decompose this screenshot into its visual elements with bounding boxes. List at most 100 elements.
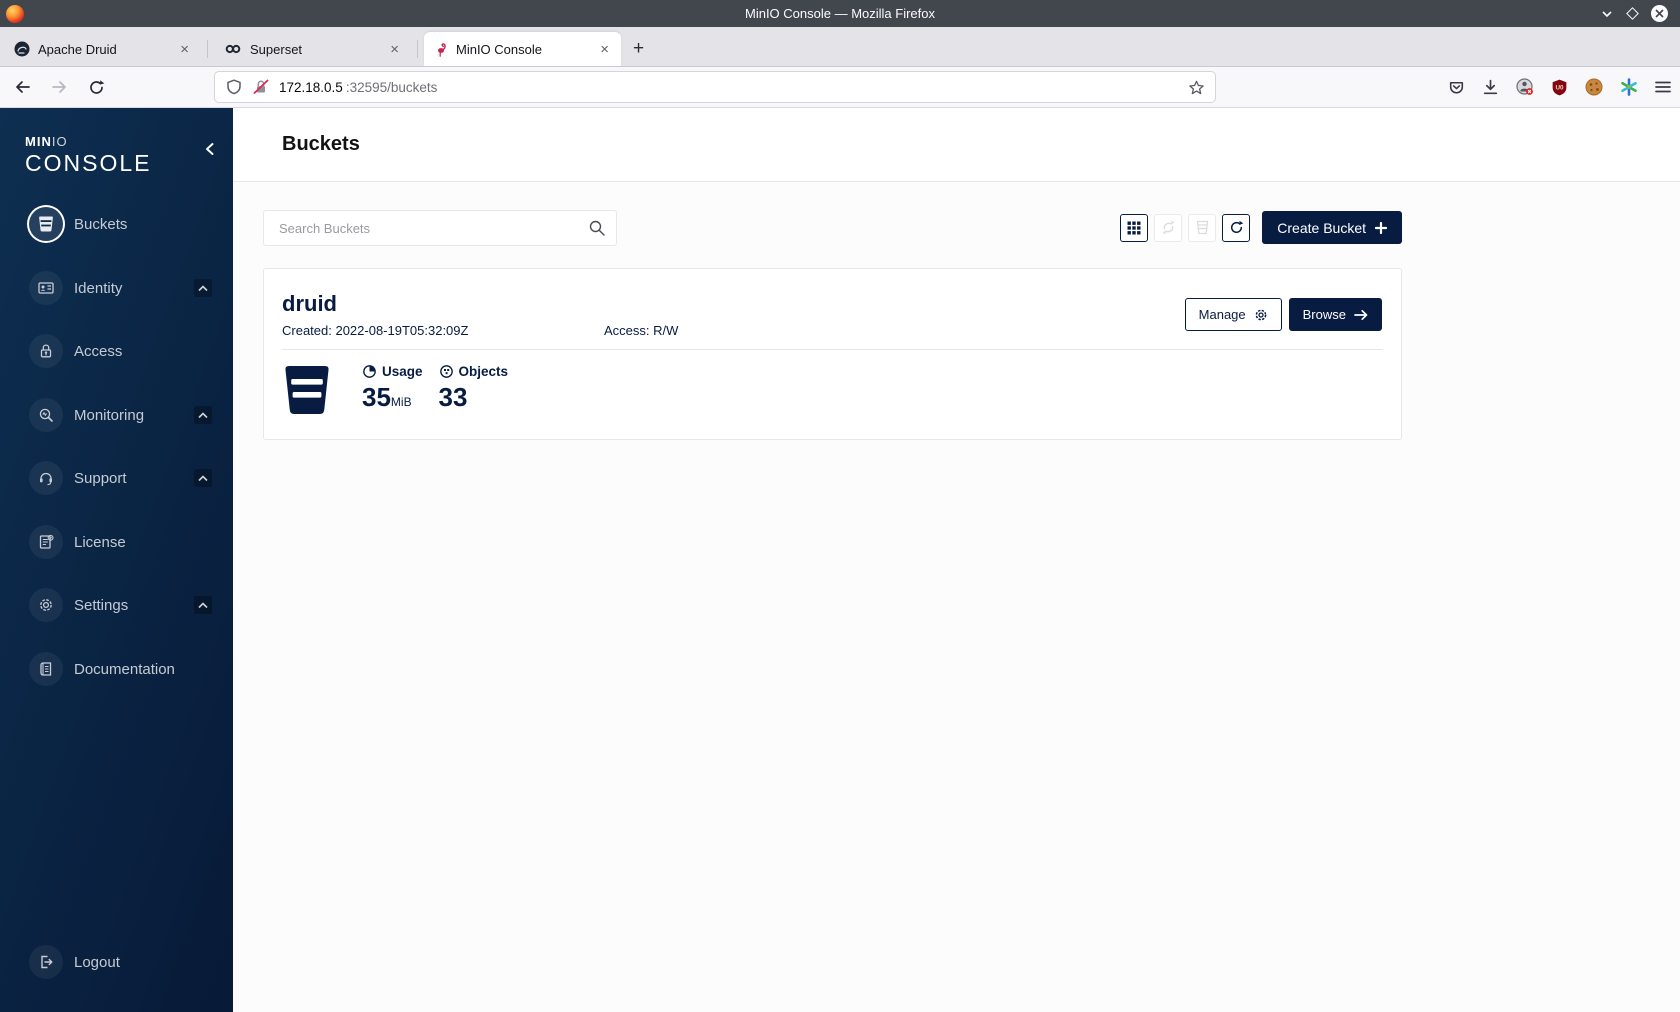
tracking-shield-icon[interactable]: [225, 78, 243, 96]
logo-io: IO: [51, 134, 68, 149]
support-icon: [29, 461, 63, 495]
menu-icon[interactable]: [1654, 79, 1672, 95]
sidebar-item-logout[interactable]: Logout: [0, 934, 233, 990]
refresh-icon: [1230, 220, 1244, 234]
tab-apache-druid[interactable]: Apache Druid ×: [4, 32, 201, 66]
bucket-access: Access: R/W: [604, 323, 679, 338]
chevron-up-icon[interactable]: [194, 469, 212, 487]
set-replication-button: [1154, 213, 1183, 242]
window-close-icon[interactable]: [1651, 5, 1668, 22]
window-maximize-icon[interactable]: [1626, 7, 1639, 20]
extension-blocked-icon[interactable]: [1515, 77, 1535, 97]
bucket-name: druid: [282, 291, 337, 316]
logo-min: MIN: [25, 134, 52, 149]
logout-icon: [29, 945, 63, 979]
sidebar-item-identity[interactable]: Identity: [0, 260, 233, 316]
sidebar-item-monitoring[interactable]: Monitoring: [0, 387, 233, 443]
card-divider: [282, 349, 1383, 350]
sidebar-item-support[interactable]: Support: [0, 450, 233, 506]
bucket-card-buttons: Manage Browse: [1184, 298, 1382, 331]
objects-icon: [439, 365, 453, 378]
bucket-card: druid Created: 2022-08-19T05:32:09Z Acce…: [263, 268, 1402, 440]
sidebar-item-label: Logout: [74, 953, 120, 971]
delete-bucket-icon: [1196, 220, 1209, 235]
tab-superset[interactable]: Superset ×: [214, 32, 411, 66]
chevron-up-icon[interactable]: [194, 406, 212, 424]
minio-logo: MINIO CONSOLE: [25, 134, 151, 175]
objects-label: Objects: [458, 364, 509, 379]
url-host: 172.18.0.5: [279, 79, 343, 95]
usage-pie-icon: [363, 365, 376, 378]
objects-metric: Objects 33: [439, 364, 509, 410]
create-bucket-button[interactable]: Create Bucket: [1262, 211, 1402, 244]
search-input[interactable]: [263, 210, 617, 246]
refresh-buckets-button[interactable]: [1222, 213, 1251, 242]
tab-label: Apache Druid: [38, 41, 117, 57]
nav-buttons: [10, 67, 105, 107]
bucket-icon: [29, 207, 63, 241]
tab-separator: [207, 40, 208, 58]
manage-button[interactable]: Manage: [1184, 298, 1282, 331]
tab-close-icon[interactable]: ×: [596, 40, 613, 59]
bucket-actions: Create Bucket: [1120, 211, 1402, 244]
chevron-up-icon[interactable]: [194, 279, 212, 297]
navigation-toolbar: 172.18.0.5:32595/buckets U0: [0, 66, 1680, 108]
sidebar-item-license[interactable]: License: [0, 514, 233, 570]
delete-buckets-button: [1188, 213, 1217, 242]
superset-tab-icon: [225, 44, 241, 54]
manage-label: Manage: [1198, 307, 1246, 322]
window-minimize-icon[interactable]: [1600, 7, 1614, 21]
bookmark-star-icon[interactable]: [1188, 79, 1205, 96]
ublock-origin-icon[interactable]: U0: [1550, 78, 1569, 97]
reload-icon[interactable]: [88, 79, 105, 96]
download-icon[interactable]: [1481, 78, 1500, 97]
tab-minio-console[interactable]: MinIO Console ×: [424, 32, 621, 66]
sidebar-item-label: Buckets: [74, 215, 128, 233]
sidebar-item-access[interactable]: Access: [0, 323, 233, 379]
chevron-up-icon[interactable]: [194, 596, 212, 614]
sidebar-item-settings[interactable]: Settings: [0, 577, 233, 633]
window-controls: [1600, 5, 1680, 22]
new-tab-button[interactable]: +: [633, 38, 644, 60]
toolbar-extensions: U0: [1447, 67, 1672, 107]
insecure-lock-icon[interactable]: [252, 78, 270, 96]
url-path: :32595/buckets: [345, 79, 438, 95]
svg-text:U0: U0: [1555, 84, 1564, 91]
sidebar-collapse-icon[interactable]: [203, 141, 217, 157]
sidebar-item-label: Monitoring: [74, 406, 145, 424]
tab-close-icon[interactable]: ×: [176, 40, 193, 59]
bucket-created: Created: 2022-08-19T05:32:09Z: [282, 323, 469, 338]
monitoring-icon: [29, 398, 63, 432]
tab-close-icon[interactable]: ×: [386, 40, 403, 59]
sidebar-item-label: Identity: [74, 279, 123, 297]
tab-bar: Apache Druid × Superset × MinIO Console …: [0, 27, 1680, 66]
bucket-metrics: Usage 35MiB Objects 33: [284, 364, 508, 416]
forward-icon[interactable]: [51, 79, 68, 95]
usage-value: 35: [362, 382, 391, 412]
settings-gear-icon: [29, 588, 63, 622]
create-bucket-label: Create Bucket: [1277, 219, 1366, 236]
bucket-meta: Created: 2022-08-19T05:32:09Z Access: R/…: [282, 323, 678, 338]
sidebar-item-buckets[interactable]: Buckets: [0, 196, 233, 252]
sidebar-item-label: Documentation: [74, 660, 175, 678]
sidebar-item-label: License: [74, 533, 126, 551]
sidebar-item-label: Access: [74, 342, 123, 360]
sidebar: MINIO CONSOLE Buckets Identity Access Mo…: [0, 108, 233, 1012]
back-icon[interactable]: [14, 79, 31, 95]
sidebar-item-label: Settings: [74, 596, 129, 614]
firefox-logo-icon: [6, 4, 24, 23]
arrow-right-icon: [1354, 309, 1368, 320]
grid-view-button[interactable]: [1120, 213, 1149, 242]
url-bar[interactable]: 172.18.0.5:32595/buckets: [215, 72, 1215, 102]
window-title: MinIO Console — Mozilla Firefox: [745, 6, 935, 21]
tab-separator: [417, 40, 418, 58]
asterisk-extension-icon[interactable]: [1619, 77, 1639, 97]
druid-tab-icon: [14, 41, 30, 57]
browse-button[interactable]: Browse: [1288, 298, 1382, 331]
sidebar-item-documentation[interactable]: Documentation: [0, 641, 233, 697]
pocket-icon[interactable]: [1447, 78, 1466, 97]
cookie-icon[interactable]: [1584, 77, 1604, 97]
usage-label: Usage: [382, 364, 423, 379]
browse-label: Browse: [1302, 307, 1346, 322]
sidebar-item-label: Support: [74, 469, 127, 487]
